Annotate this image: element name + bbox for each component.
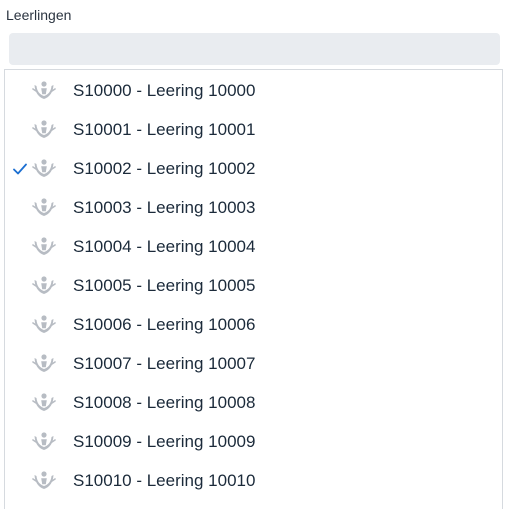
dropdown-option[interactable]: S10008 - Leering 10008 [5,383,502,422]
option-label: S10006 - Leering 10006 [73,314,256,334]
option-label: S10005 - Leering 10005 [73,275,256,295]
dropdown-option[interactable]: S10001 - Leering 10001 [5,110,502,149]
student-icon [32,470,56,492]
student-icon [32,80,56,102]
student-icon [32,119,56,141]
option-label: S10000 - Leering 10000 [73,80,256,100]
student-icon [32,392,56,414]
dropdown-option[interactable]: S10009 - Leering 10009 [5,422,502,461]
student-icon [32,275,56,297]
option-label: S10008 - Leering 10008 [73,392,256,412]
options-dropdown: S10000 - Leering 10000 S10001 - Leering 1… [4,69,503,509]
option-label: S10007 - Leering 10007 [73,353,256,373]
student-icon [32,158,56,180]
option-label: S10003 - Leering 10003 [73,197,256,217]
option-label: S10010 - Leering 10010 [73,470,256,490]
option-label: S10001 - Leering 10001 [73,119,256,139]
dropdown-option[interactable]: S10003 - Leering 10003 [5,188,502,227]
option-label: S10002 - Leering 10002 [73,158,256,178]
student-icon [32,197,56,219]
student-icon [32,236,56,258]
student-icon [32,314,56,336]
dropdown-option[interactable]: S10006 - Leering 10006 [5,305,502,344]
option-label: S10004 - Leering 10004 [73,236,256,256]
option-label: S10009 - Leering 10009 [73,431,256,451]
dropdown-option[interactable]: S10007 - Leering 10007 [5,344,502,383]
dropdown-option[interactable]: S10000 - Leering 10000 [5,71,502,110]
student-icon [32,431,56,453]
dropdown-option[interactable]: S10002 - Leering 10002 [5,149,502,188]
dropdown-option[interactable]: S10005 - Leering 10005 [5,266,502,305]
field-label: Leerlingen [6,7,72,23]
search-input[interactable] [9,33,500,65]
dropdown-option[interactable]: S10004 - Leering 10004 [5,227,502,266]
student-icon [32,353,56,375]
dropdown-option[interactable]: S10010 - Leering 10010 [5,461,502,500]
checkmark-icon [12,161,28,177]
